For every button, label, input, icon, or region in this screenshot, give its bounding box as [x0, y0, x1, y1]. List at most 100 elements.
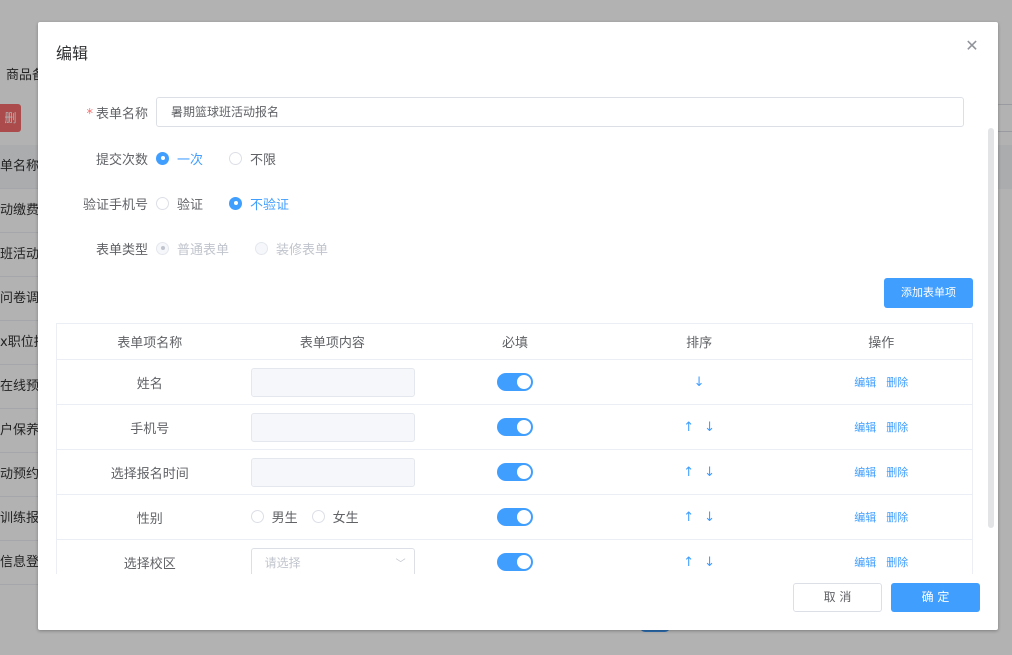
arrow-down-icon[interactable]: ↓ — [704, 465, 715, 480]
form-row-verify: 验证手机号 验证 不验证 — [38, 187, 315, 219]
header-required: 必填 — [501, 336, 528, 351]
delete-link[interactable]: 删除 — [886, 466, 908, 479]
item-sort: ↓ — [608, 375, 791, 390]
arrow-down-icon[interactable]: ↓ — [704, 555, 715, 570]
required-switch[interactable] — [497, 463, 534, 481]
radio-dot — [156, 241, 169, 255]
dialog-body: * 表单名称 暑期篮球班活动报名 提交次数 一次 不限 验证手机号 验证 不验证 … — [38, 80, 998, 574]
gender-male-text: 男生 — [271, 511, 298, 526]
type-decor-radio: 装修表单 — [255, 239, 328, 258]
arrow-down-icon[interactable]: ↓ — [704, 510, 715, 525]
radio-dot — [156, 196, 169, 210]
type-normal-text: 普通表单 — [177, 242, 230, 258]
delete-link[interactable]: 删除 — [886, 511, 908, 524]
required-switch[interactable] — [497, 508, 534, 526]
header-item-name: 表单项名称 — [117, 336, 183, 351]
item-actions: 编辑 删除 — [790, 374, 972, 390]
table-row: 姓名 ↓ 编辑 删除 — [57, 360, 972, 405]
edit-link[interactable]: 编辑 — [854, 376, 876, 389]
delete-link[interactable]: 删除 — [886, 556, 908, 569]
submit-unlimited-radio[interactable]: 不限 — [229, 149, 276, 168]
gender-female-radio[interactable]: 女生 — [311, 507, 359, 526]
item-actions: 编辑 删除 — [790, 509, 972, 525]
item-content-input — [250, 412, 415, 442]
header-sort: 排序 — [686, 336, 713, 351]
item-content-input — [250, 367, 415, 397]
table-row: 手机号 ↑ ↓ 编辑 删除 — [57, 405, 972, 450]
form-row-type: 表单类型 普通表单 装修表单 — [38, 232, 354, 264]
item-sort: ↑ ↓ — [608, 465, 791, 480]
item-content — [243, 412, 423, 442]
dialog-scrollbar[interactable] — [988, 128, 994, 528]
arrow-down-icon[interactable]: ↓ — [704, 420, 715, 435]
edit-link[interactable]: 编辑 — [854, 511, 876, 524]
item-name: 选择校区 — [123, 556, 176, 572]
table-row: 选择报名时间 ↑ ↓ 编辑 删除 — [57, 450, 972, 495]
item-name: 选择报名时间 — [110, 466, 189, 482]
chevron-down-icon: ﹀ — [395, 558, 406, 570]
confirm-button[interactable]: 确 定 — [891, 583, 980, 612]
required-switch[interactable] — [497, 418, 534, 436]
radio-dot — [311, 510, 325, 523]
arrow-down-icon[interactable]: ↓ — [694, 375, 705, 390]
item-required — [422, 373, 608, 391]
arrow-up-icon[interactable]: ↑ — [683, 510, 694, 525]
arrow-up-icon[interactable]: ↑ — [683, 420, 694, 435]
form-type-label: 表单类型 — [95, 242, 148, 258]
item-actions: 编辑 删除 — [790, 554, 972, 570]
table-header: 表单项名称 表单项内容 必填 排序 操作 — [57, 324, 972, 360]
arrow-up-icon[interactable]: ↑ — [683, 555, 694, 570]
campus-select[interactable]: 请选择 ﹀ — [250, 547, 415, 574]
item-actions: 编辑 删除 — [790, 464, 972, 480]
add-form-item-button[interactable]: 添加表单项 — [884, 278, 973, 308]
item-content — [243, 457, 423, 487]
submit-count-label: 提交次数 — [95, 152, 148, 168]
type-normal-radio: 普通表单 — [156, 239, 229, 258]
edit-dialog: 编辑 ✕ * 表单名称 暑期篮球班活动报名 提交次数 一次 不限 验证手机号 验证… — [38, 22, 998, 630]
radio-dot — [250, 510, 264, 523]
edit-link[interactable]: 编辑 — [854, 466, 876, 479]
required-switch[interactable] — [497, 373, 534, 391]
item-name: 手机号 — [130, 421, 170, 437]
cancel-button[interactable]: 取 消 — [793, 583, 882, 612]
table-body: 姓名 ↓ 编辑 删除 手机号 ↑ ↓ 编辑 删除 选择报名时间 ↑ ↓ 编辑 删除 性别 男生 女生 ↑ ↓ 编辑 删除… — [57, 360, 972, 574]
form-name-label: * 表单名称 — [38, 103, 156, 122]
submit-once-text: 一次 — [177, 152, 204, 168]
delete-link[interactable]: 删除 — [886, 421, 908, 434]
item-sort: ↑ ↓ — [608, 510, 791, 525]
delete-link[interactable]: 删除 — [886, 376, 908, 389]
item-actions: 编辑 删除 — [790, 419, 972, 435]
form-items-table: 表单项名称 表单项内容 必填 排序 操作 姓名 ↓ 编辑 删除 手机号 ↑ ↓ 编辑 删除 选择报… — [56, 323, 973, 574]
verify-no-radio[interactable]: 不验证 — [229, 194, 289, 213]
arrow-up-icon[interactable]: ↑ — [683, 465, 694, 480]
gender-male-radio[interactable]: 男生 — [250, 507, 298, 526]
item-name: 姓名 — [136, 376, 163, 392]
submit-once-radio[interactable]: 一次 — [156, 149, 203, 168]
item-sort: ↑ ↓ — [608, 555, 791, 570]
verify-no-text: 不验证 — [250, 197, 290, 213]
dialog-footer: 取 消 确 定 — [38, 574, 998, 630]
form-name-label-text: 表单名称 — [95, 106, 148, 122]
dialog-title: 编辑 — [56, 44, 89, 63]
form-row-submit: 提交次数 一次 不限 — [38, 142, 302, 174]
item-content: 男生 女生 — [243, 507, 423, 527]
required-mark: * — [86, 106, 93, 122]
item-content: 请选择 ﹀ — [243, 547, 423, 574]
radio-dot — [255, 241, 269, 255]
edit-link[interactable]: 编辑 — [854, 556, 876, 569]
form-name-input[interactable]: 暑期篮球班活动报名 — [156, 97, 964, 127]
required-switch[interactable] — [497, 553, 534, 571]
edit-link[interactable]: 编辑 — [854, 421, 876, 434]
item-required — [422, 418, 608, 436]
item-sort: ↑ ↓ — [608, 420, 791, 435]
close-icon[interactable]: ✕ — [964, 38, 980, 54]
header-item-content: 表单项内容 — [299, 336, 365, 351]
header-actions: 操作 — [868, 336, 895, 351]
verify-phone-label: 验证手机号 — [82, 197, 148, 213]
verify-yes-radio[interactable]: 验证 — [156, 194, 203, 213]
table-row: 性别 男生 女生 ↑ ↓ 编辑 删除 — [57, 495, 972, 540]
item-required — [422, 553, 608, 571]
form-row-name: * 表单名称 暑期篮球班活动报名 — [38, 96, 964, 128]
item-required — [422, 508, 608, 526]
radio-dot — [229, 196, 243, 210]
